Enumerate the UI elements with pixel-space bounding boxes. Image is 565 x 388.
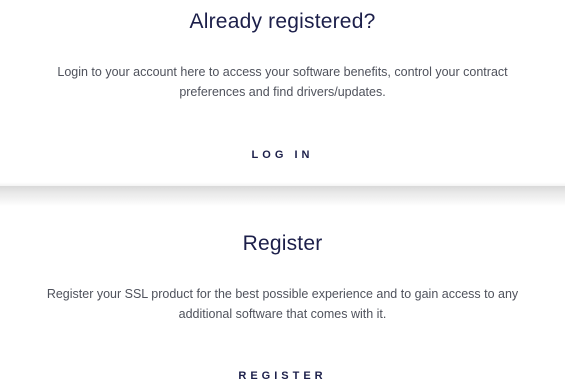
login-button[interactable]: LOG IN — [244, 145, 322, 165]
login-heading: Already registered? — [189, 10, 376, 33]
register-heading: Register — [242, 232, 323, 255]
register-section: Register Register your SSL product for t… — [0, 206, 565, 388]
register-description: Register your SSL product for the best p… — [46, 287, 519, 321]
section-divider — [0, 186, 565, 206]
login-description: Login to your account here to access you… — [57, 65, 508, 99]
register-button[interactable]: REGISTER — [230, 366, 334, 386]
login-section: Already registered? Login to your accoun… — [0, 0, 565, 186]
